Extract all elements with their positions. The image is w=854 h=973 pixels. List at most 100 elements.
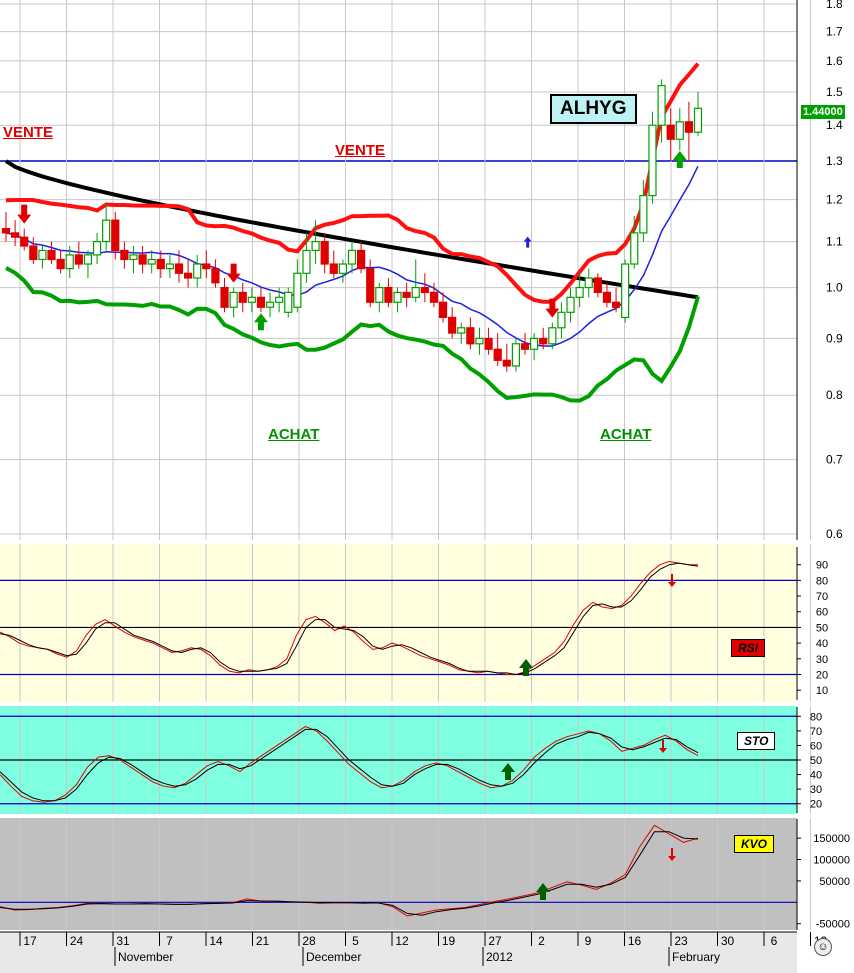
buy-label-left: ACHAT	[268, 426, 320, 443]
indicator-tick-label: 50	[810, 755, 822, 767]
candle-body	[329, 263, 338, 274]
indicator-tick-label: 20	[816, 669, 828, 681]
candle-body	[520, 343, 530, 350]
candle-body	[293, 272, 302, 308]
candle-body	[493, 348, 502, 361]
candle-body	[375, 286, 384, 303]
candle-body	[438, 301, 448, 319]
candle-body	[47, 249, 56, 261]
indicator-tick-label: 10	[816, 685, 828, 697]
month-label: 2012	[486, 950, 513, 964]
price-tick-label: 0.7	[826, 453, 843, 467]
indicator-tick-label: 70	[816, 591, 828, 603]
candle-body	[429, 291, 439, 303]
candle-body	[675, 121, 684, 140]
candle-body	[92, 240, 102, 256]
candle-body	[566, 296, 575, 313]
indicator-tick-label: 60	[810, 740, 822, 752]
zoom-icon[interactable]: ☺	[814, 938, 832, 956]
candle-body	[666, 124, 675, 140]
candle-body	[247, 296, 256, 303]
candle-body	[165, 263, 174, 270]
indicator-tick-label: 100000	[813, 855, 850, 867]
x-tick-label: 14	[209, 934, 223, 948]
last-price-badge: 1.44000	[801, 105, 845, 119]
candle-body	[302, 249, 311, 274]
price-tick-label: 1.8	[826, 0, 843, 11]
candle-body	[275, 296, 284, 303]
candle-body	[256, 296, 266, 308]
candle-body	[347, 249, 357, 265]
price-tick-label: 1.0	[826, 281, 843, 295]
candle-body	[611, 301, 621, 308]
candle-body	[184, 272, 193, 279]
candle-body	[475, 337, 484, 345]
candle-body	[29, 245, 38, 261]
candle-body	[593, 277, 602, 294]
candle-body	[111, 219, 120, 252]
candle-body	[384, 286, 393, 303]
candle-body	[338, 263, 347, 274]
x-tick-label: 31	[116, 934, 130, 948]
rsi-tag: RSI	[731, 639, 766, 657]
ticker-label: ALHYG	[550, 94, 637, 124]
candle-body	[457, 327, 466, 334]
indicator-tick-label: 30	[816, 654, 828, 666]
candle-body	[411, 286, 420, 298]
indicator-tick-label: 20	[810, 799, 822, 811]
price-tick-label: 1.3	[826, 154, 843, 168]
price-tick-label: 1.6	[826, 54, 843, 68]
x-tick-label: 7	[166, 934, 173, 948]
candle-body	[156, 258, 165, 270]
candle-body	[265, 301, 275, 308]
candle-body	[630, 232, 639, 265]
candle-body	[366, 268, 375, 303]
candle-body	[20, 236, 29, 247]
price-tick-label: 1.4	[826, 118, 843, 132]
candle-body	[402, 291, 411, 298]
price-tick-label: 1.7	[826, 25, 843, 39]
x-tick-label: 6	[771, 934, 778, 948]
x-tick-label: 21	[256, 934, 270, 948]
month-label: December	[306, 950, 361, 964]
x-tick-label: 12	[395, 934, 409, 948]
candle-body	[65, 254, 74, 270]
candle-body	[530, 337, 539, 350]
kvo-axis: -50000 50000 100000 150000	[796, 819, 850, 931]
price-tick-label: 0.6	[826, 527, 843, 541]
candle-body	[147, 258, 156, 265]
indicator-tick-label: 80	[810, 711, 822, 723]
chart-canvas: 0.60.70.80.91.01.11.21.31.41.51.61.71.8 …	[0, 0, 850, 973]
candle-body	[1, 228, 11, 234]
candle-body	[693, 107, 703, 133]
candle-body	[320, 240, 329, 265]
candle-body	[602, 291, 612, 303]
candle-body	[648, 124, 657, 197]
x-tick-label: 27	[488, 934, 502, 948]
kvo-tag: KVO	[734, 835, 775, 853]
indicator-tick-label: -50000	[816, 919, 850, 931]
candle-body	[174, 263, 184, 274]
candle-body	[539, 337, 548, 345]
candle-body	[621, 263, 630, 319]
candle-body	[311, 240, 320, 252]
candle-body	[484, 337, 493, 350]
indicator-tick-label: 40	[816, 638, 828, 650]
candle-body	[557, 311, 566, 329]
candle-body	[38, 249, 47, 261]
price-tick-label: 1.5	[826, 85, 843, 99]
x-tick-label: 23	[674, 934, 688, 948]
candle-body	[211, 268, 220, 284]
candle-body	[11, 232, 20, 238]
x-tick-label: 17	[23, 934, 37, 948]
candle-body	[220, 286, 229, 308]
price-tick-label: 0.8	[826, 388, 843, 402]
candle-body	[56, 258, 65, 270]
candle-body	[511, 343, 520, 367]
x-tick-label: 30	[721, 934, 735, 948]
indicator-tick-label: 40	[810, 770, 822, 782]
month-label: February	[672, 950, 720, 964]
candle-body	[575, 286, 584, 298]
rsi-panel	[0, 544, 797, 702]
candle-body	[83, 254, 93, 265]
